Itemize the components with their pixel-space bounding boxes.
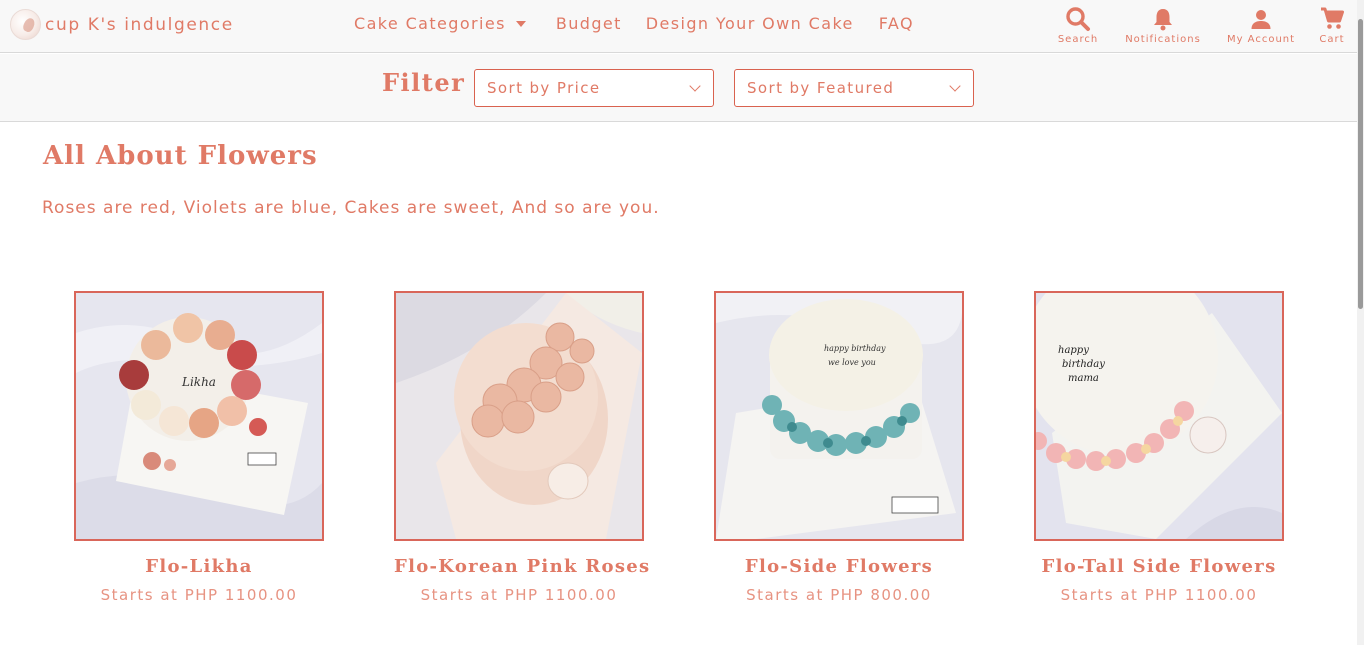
product-image[interactable]: Likha [74,291,324,541]
product-image[interactable]: happy birthday mama [1034,291,1284,541]
product-card[interactable]: happy birthday we love you Flo-Side Flow… [714,291,964,604]
svg-text:Likha: Likha [181,375,216,389]
product-image[interactable] [394,291,644,541]
svg-text:happy birthday: happy birthday [824,344,886,353]
product-price: Starts at PHP 1100.00 [420,586,618,604]
my-account-label: My Account [1226,34,1296,45]
chevron-down-icon [689,80,701,92]
top-navbar: cup K's indulgence Cake Categories Budge… [0,0,1364,53]
person-icon [1251,10,1271,29]
svg-text:birthday: birthday [1062,359,1105,370]
cart-icon [1321,7,1344,29]
page-scrollbar[interactable] [1357,0,1364,645]
search-label: Search [1057,34,1099,45]
product-card[interactable]: Likha Flo-Likha Starts at PHP 1100.00 [74,291,324,604]
search-icon [1066,7,1090,31]
product-name[interactable]: Flo-Side Flowers [714,556,964,577]
product-name[interactable]: Flo-Likha [74,556,324,577]
product-image[interactable]: happy birthday we love you [714,291,964,541]
svg-text:happy: happy [1058,345,1089,356]
filter-bar: Filter Sort by Price Sort by Featured [0,54,1364,122]
sort-by-featured-select[interactable]: Sort by Featured [734,69,974,107]
product-price: Starts at PHP 1100.00 [1060,586,1258,604]
product-price: Starts at PHP 1100.00 [100,586,298,604]
header-actions: Search Notifications My Account Cart [0,5,1364,47]
page-title: All About Flowers [43,141,318,171]
my-account-button[interactable]: My Account [1216,5,1306,45]
product-card[interactable]: happy birthday mama Flo-Tall Side Flower… [1034,291,1284,604]
notifications-label: Notifications [1125,34,1201,45]
cart-label: Cart [1319,34,1345,45]
sort-by-featured-value: Sort by Featured [747,79,895,97]
product-name[interactable]: Flo-Tall Side Flowers [1034,556,1284,577]
notifications-button[interactable]: Notifications [1113,5,1213,45]
bell-icon [1154,9,1172,31]
chevron-down-icon [949,80,961,92]
scrollbar-thumb[interactable] [1358,19,1363,309]
svg-text:mama: mama [1068,373,1099,384]
sort-by-price-select[interactable]: Sort by Price [474,69,714,107]
page-subtitle: Roses are red, Violets are blue, Cakes a… [42,198,660,218]
product-price: Starts at PHP 800.00 [746,586,932,604]
cart-button[interactable]: Cart [1312,5,1352,45]
product-name[interactable]: Flo-Korean Pink Roses [394,556,649,577]
svg-text:we love you: we love you [828,358,876,367]
product-card[interactable]: Flo-Korean Pink Roses Starts at PHP 1100… [394,291,649,604]
search-button[interactable]: Search [1043,5,1113,45]
filter-title: Filter [382,68,466,97]
sort-by-price-value: Sort by Price [487,79,601,97]
